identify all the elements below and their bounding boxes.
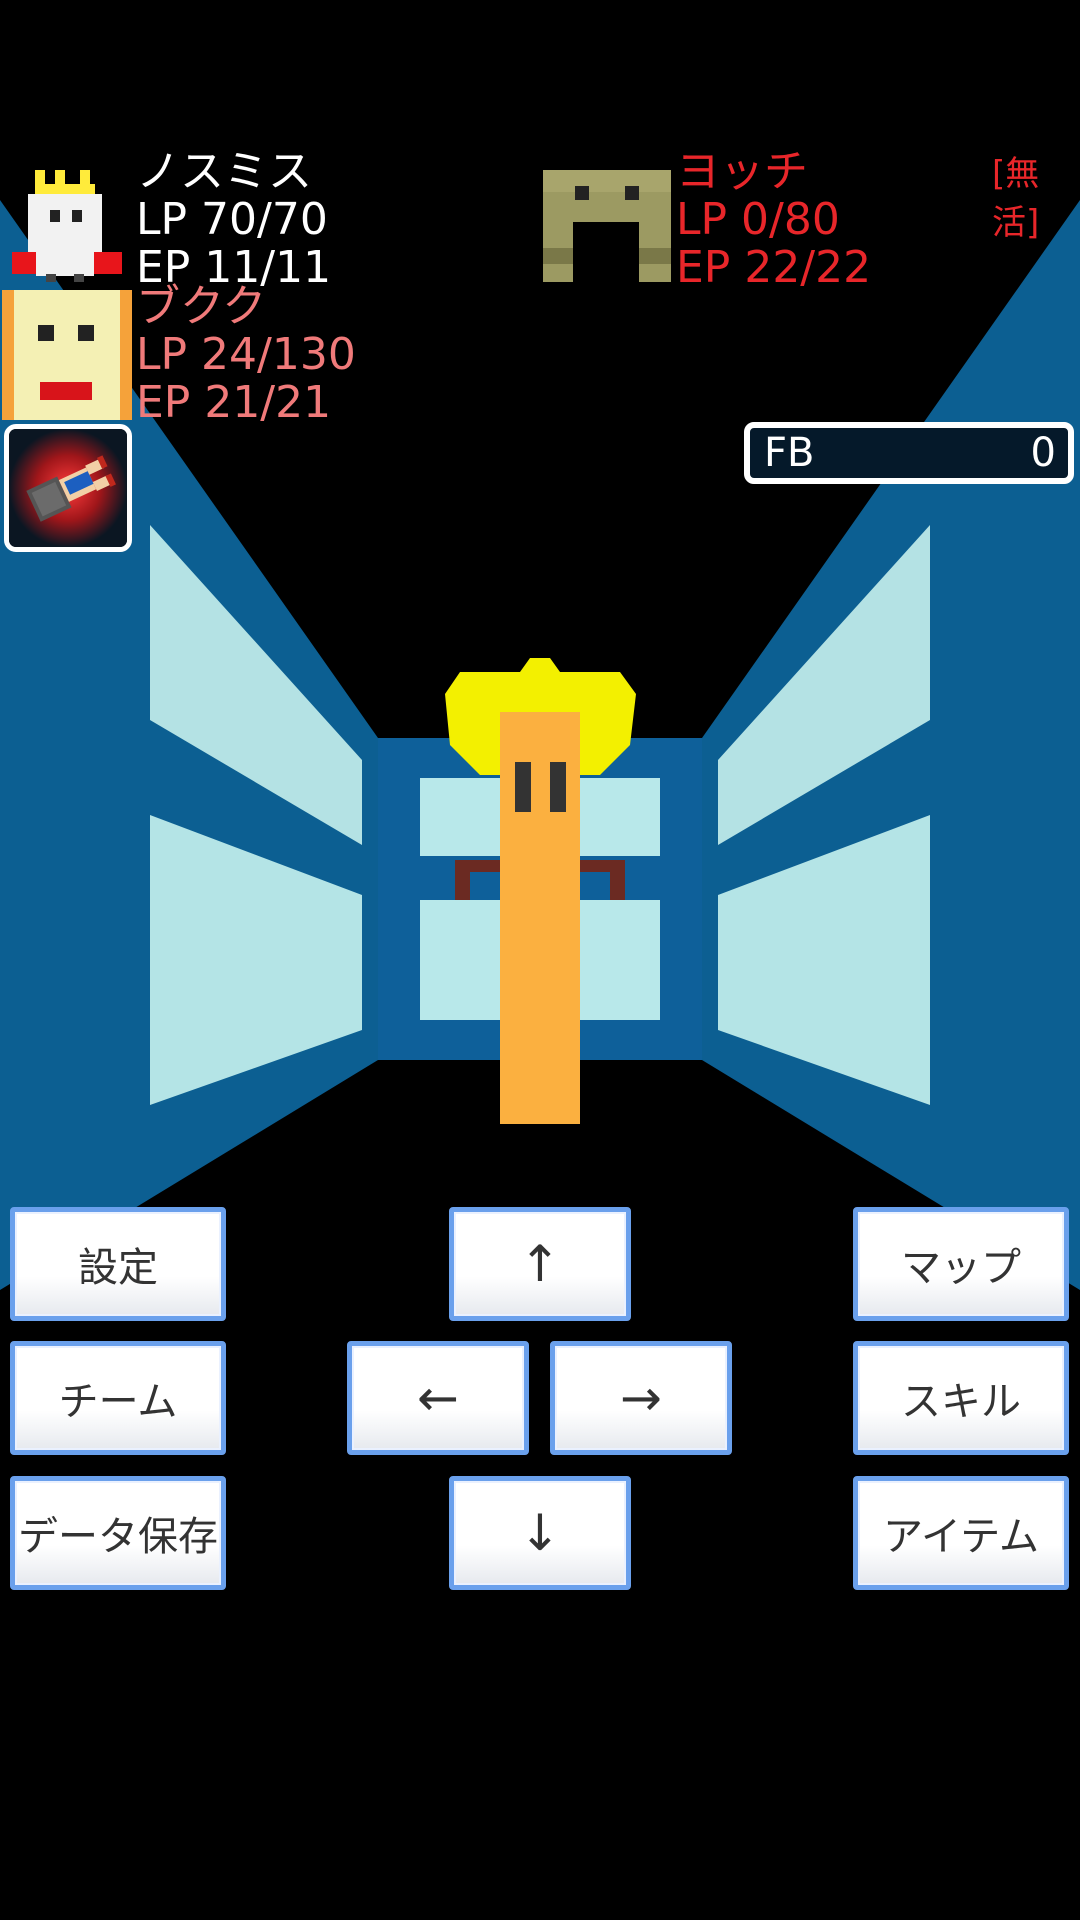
- enemy-status-badge: [無活]: [992, 154, 1040, 243]
- save-data-button[interactable]: データ保存: [10, 1476, 226, 1590]
- turn-left-button[interactable]: ←: [347, 1341, 529, 1455]
- skill-button[interactable]: スキル: [853, 1341, 1069, 1455]
- enemy-lp: LP 0/80: [676, 194, 840, 245]
- team-button[interactable]: チーム: [10, 1341, 226, 1455]
- fb-gauge: FB 0: [744, 422, 1074, 484]
- player1-name: ノスミス: [136, 146, 312, 197]
- move-up-button[interactable]: ↑: [449, 1207, 631, 1321]
- settings-button[interactable]: 設定: [10, 1207, 226, 1321]
- move-down-button[interactable]: ↓: [449, 1476, 631, 1590]
- player2-stats: ブクク LP 24/130 EP 21/21: [136, 283, 356, 427]
- item-button[interactable]: アイテム: [853, 1476, 1069, 1590]
- player2-lp: LP 24/130: [136, 329, 356, 380]
- enemy-name: ヨッチ: [676, 146, 808, 197]
- player2-ep: EP 21/21: [136, 377, 332, 428]
- enemy-portrait: [543, 170, 671, 282]
- player2-name: ブクク: [136, 281, 267, 332]
- map-button[interactable]: マップ: [853, 1207, 1069, 1321]
- player2-portrait: [2, 290, 132, 420]
- fallen-character-icon: [9, 429, 127, 547]
- turn-right-button[interactable]: →: [550, 1341, 732, 1455]
- skill-slot-button[interactable]: [4, 424, 132, 552]
- player1-stats: ノスミス LP 70/70 EP 11/11: [136, 148, 331, 292]
- fb-value: 0: [1030, 430, 1056, 476]
- fb-label: FB: [764, 430, 815, 476]
- enemy-stats: ヨッチ LP 0/80 EP 22/22: [676, 148, 871, 292]
- enemy-ep: EP 22/22: [676, 242, 872, 293]
- player1-lp: LP 70/70: [136, 194, 328, 245]
